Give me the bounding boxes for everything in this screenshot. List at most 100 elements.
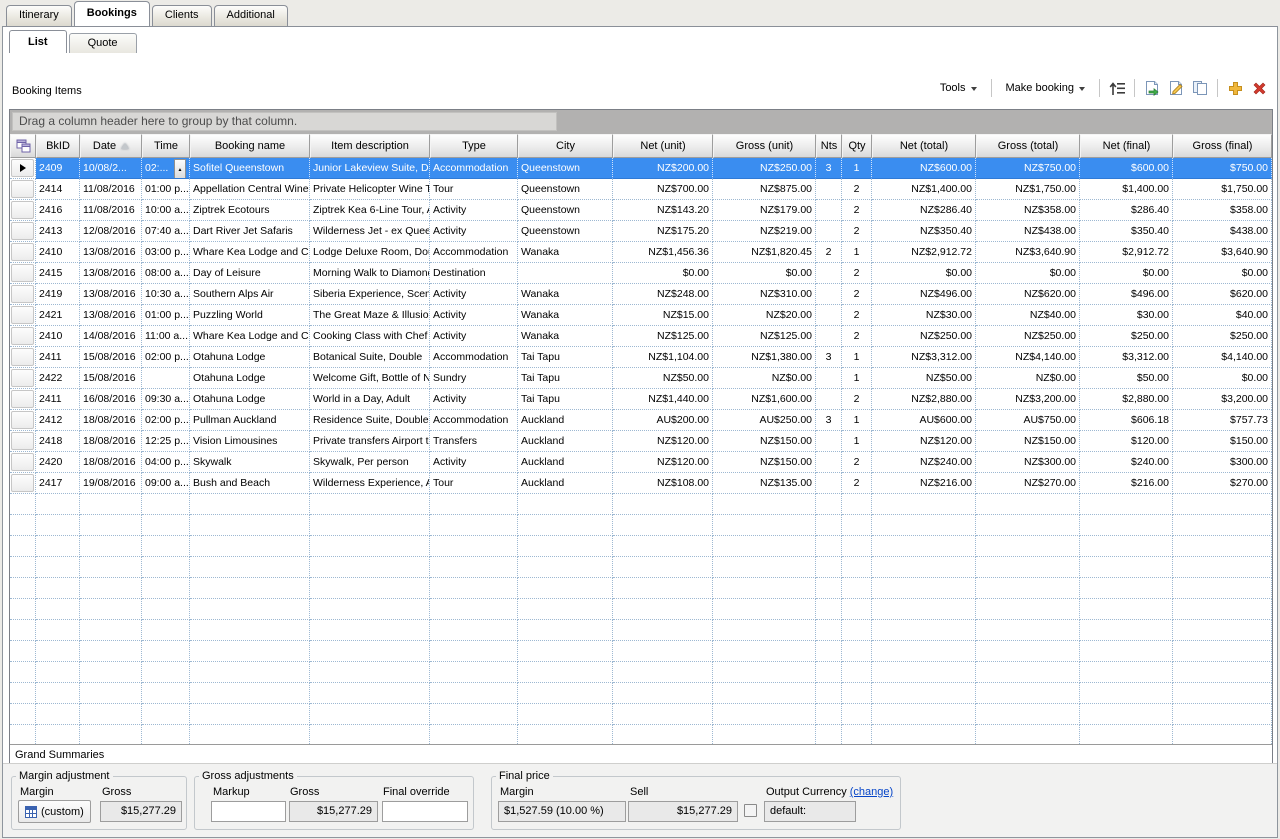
cell-net_final[interactable]: $1,400.00 bbox=[1080, 179, 1173, 200]
cell-nts[interactable] bbox=[816, 305, 842, 326]
cell-gross_total[interactable]: NZ$358.00 bbox=[976, 200, 1080, 221]
cell-date[interactable]: 11/08/2016 bbox=[80, 179, 142, 200]
cell-gross_unit[interactable]: NZ$1,820.45 bbox=[713, 242, 816, 263]
cell-net_unit[interactable]: NZ$175.20 bbox=[613, 221, 713, 242]
cell-date[interactable]: 13/08/2016 bbox=[80, 242, 142, 263]
cell-bkid[interactable]: 2410 bbox=[36, 326, 80, 347]
row-selector[interactable] bbox=[10, 284, 36, 305]
cell-gross_total[interactable]: $0.00 bbox=[976, 263, 1080, 284]
cell-nts[interactable] bbox=[816, 452, 842, 473]
add-item-icon[interactable] bbox=[1225, 78, 1245, 98]
cell-gross_unit[interactable]: NZ$125.00 bbox=[713, 326, 816, 347]
row-selector[interactable] bbox=[10, 263, 36, 284]
cell-net_unit[interactable]: NZ$1,456.36 bbox=[613, 242, 713, 263]
cell-qty[interactable]: 1 bbox=[842, 347, 872, 368]
cell-gross_final[interactable]: $150.00 bbox=[1173, 431, 1272, 452]
cell-city[interactable]: Auckland bbox=[518, 410, 613, 431]
cell-type[interactable]: Accommodation bbox=[430, 347, 518, 368]
cell-desc[interactable]: Morning Walk to Diamond... bbox=[310, 263, 430, 284]
cell-net_unit[interactable]: NZ$125.00 bbox=[613, 326, 713, 347]
row-selector[interactable] bbox=[10, 326, 36, 347]
cell-net_final[interactable]: $286.40 bbox=[1080, 200, 1173, 221]
sort-order-icon[interactable] bbox=[1107, 78, 1127, 98]
cell-net_final[interactable]: $3,312.00 bbox=[1080, 347, 1173, 368]
cell-gross_unit[interactable]: NZ$875.00 bbox=[713, 179, 816, 200]
cell-qty[interactable]: 2 bbox=[842, 389, 872, 410]
cell-gross_total[interactable]: AU$750.00 bbox=[976, 410, 1080, 431]
cell-net_unit[interactable]: NZ$50.00 bbox=[613, 368, 713, 389]
column-header-gross_total[interactable]: Gross (total) bbox=[976, 134, 1080, 158]
cell-type[interactable]: Activity bbox=[430, 452, 518, 473]
cell-name[interactable]: Vision Limousines bbox=[190, 431, 310, 452]
cell-name[interactable]: Sofitel Queenstown bbox=[190, 158, 310, 179]
cell-gross_final[interactable]: $0.00 bbox=[1173, 368, 1272, 389]
cell-net_total[interactable]: NZ$240.00 bbox=[872, 452, 976, 473]
tab-additional[interactable]: Additional bbox=[214, 5, 288, 26]
cell-name[interactable]: Day of Leisure bbox=[190, 263, 310, 284]
cell-name[interactable]: Skywalk bbox=[190, 452, 310, 473]
row-selector[interactable] bbox=[10, 179, 36, 200]
column-header-name[interactable]: Booking name bbox=[190, 134, 310, 158]
column-header-gross_unit[interactable]: Gross (unit) bbox=[713, 134, 816, 158]
cell-net_total[interactable]: NZ$600.00 bbox=[872, 158, 976, 179]
cell-gross_final[interactable]: $4,140.00 bbox=[1173, 347, 1272, 368]
cell-name[interactable]: Otahuna Lodge bbox=[190, 389, 310, 410]
cell-gross_final[interactable]: $0.00 bbox=[1173, 263, 1272, 284]
cell-nts[interactable] bbox=[816, 431, 842, 452]
cell-desc[interactable]: Botanical Suite, Double bbox=[310, 347, 430, 368]
column-header-qty[interactable]: Qty bbox=[842, 134, 872, 158]
cell-net_final[interactable]: $350.40 bbox=[1080, 221, 1173, 242]
cell-net_final[interactable]: $496.00 bbox=[1080, 284, 1173, 305]
cell-net_total[interactable]: NZ$216.00 bbox=[872, 473, 976, 494]
cell-name[interactable]: Whare Kea Lodge and Ch... bbox=[190, 326, 310, 347]
cell-qty[interactable]: 2 bbox=[842, 221, 872, 242]
cell-gross_unit[interactable]: NZ$310.00 bbox=[713, 284, 816, 305]
column-header-net_final[interactable]: Net (final) bbox=[1080, 134, 1173, 158]
cell-gross_total[interactable]: NZ$300.00 bbox=[976, 452, 1080, 473]
row-selector[interactable] bbox=[10, 347, 36, 368]
cell-time[interactable]: 09:30 a... bbox=[142, 389, 190, 410]
cell-gross_final[interactable]: $250.00 bbox=[1173, 326, 1272, 347]
cell-net_final[interactable]: $30.00 bbox=[1080, 305, 1173, 326]
column-header-net_total[interactable]: Net (total) bbox=[872, 134, 976, 158]
cell-net_final[interactable]: $240.00 bbox=[1080, 452, 1173, 473]
cell-gross_unit[interactable]: NZ$150.00 bbox=[713, 452, 816, 473]
cell-bkid[interactable]: 2411 bbox=[36, 389, 80, 410]
open-item-icon[interactable] bbox=[1142, 78, 1162, 98]
cell-time[interactable]: 09:00 a... bbox=[142, 473, 190, 494]
copy-item-icon[interactable] bbox=[1190, 78, 1210, 98]
column-header-desc[interactable]: Item description bbox=[310, 134, 430, 158]
cell-net_unit[interactable]: NZ$120.00 bbox=[613, 452, 713, 473]
subtab-quote[interactable]: Quote bbox=[69, 33, 137, 53]
tab-clients[interactable]: Clients bbox=[152, 5, 212, 26]
cell-time[interactable]: 02:00 p... bbox=[142, 410, 190, 431]
cell-type[interactable]: Activity bbox=[430, 305, 518, 326]
cell-desc[interactable]: World in a Day, Adult bbox=[310, 389, 430, 410]
cell-qty[interactable]: 1 bbox=[842, 431, 872, 452]
cell-desc[interactable]: Wilderness Jet - ex Queen... bbox=[310, 221, 430, 242]
cell-time[interactable]: 12:25 p... bbox=[142, 431, 190, 452]
cell-net_unit[interactable]: NZ$700.00 bbox=[613, 179, 713, 200]
cell-city[interactable]: Wanaka bbox=[518, 305, 613, 326]
cell-gross_final[interactable]: $3,200.00 bbox=[1173, 389, 1272, 410]
column-header-city[interactable]: City bbox=[518, 134, 613, 158]
cell-net_total[interactable]: NZ$250.00 bbox=[872, 326, 976, 347]
cell-qty[interactable]: 2 bbox=[842, 284, 872, 305]
tab-itinerary[interactable]: Itinerary bbox=[6, 5, 72, 26]
row-selector[interactable] bbox=[10, 200, 36, 221]
cell-net_total[interactable]: NZ$50.00 bbox=[872, 368, 976, 389]
cell-net_final[interactable]: $250.00 bbox=[1080, 326, 1173, 347]
cell-qty[interactable]: 2 bbox=[842, 263, 872, 284]
cell-net_unit[interactable]: NZ$108.00 bbox=[613, 473, 713, 494]
cell-nts[interactable] bbox=[816, 326, 842, 347]
row-selector[interactable] bbox=[10, 410, 36, 431]
cell-gross_total[interactable]: NZ$438.00 bbox=[976, 221, 1080, 242]
cell-bkid[interactable]: 2418 bbox=[36, 431, 80, 452]
cell-date[interactable]: 13/08/2016 bbox=[80, 263, 142, 284]
cell-date[interactable]: 15/08/2016 bbox=[80, 347, 142, 368]
cell-nts[interactable]: 3 bbox=[816, 158, 842, 179]
cell-city[interactable]: Auckland bbox=[518, 431, 613, 452]
cell-gross_total[interactable]: NZ$750.00 bbox=[976, 158, 1080, 179]
cell-desc[interactable]: Welcome Gift, Bottle of Ne... bbox=[310, 368, 430, 389]
cell-bkid[interactable]: 2410 bbox=[36, 242, 80, 263]
